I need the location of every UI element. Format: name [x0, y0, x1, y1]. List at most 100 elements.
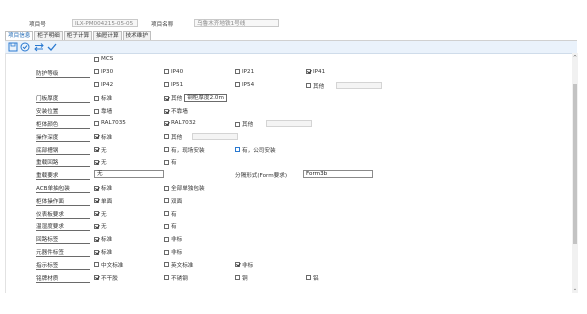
checkbox-option[interactable]: IP54	[235, 82, 254, 88]
checkbox-option[interactable]: 其他 钢柜厚度2.0m	[164, 94, 227, 103]
tab-4[interactable]: 技术维护	[122, 31, 151, 40]
checkbox-option[interactable]: 不靠墙	[164, 107, 188, 115]
checkbox-option[interactable]: 铝	[306, 274, 319, 282]
checkbox-unchecked[interactable]	[94, 69, 99, 75]
checkbox-unchecked[interactable]	[235, 82, 240, 88]
checkbox-option[interactable]: 无	[94, 158, 107, 166]
checkbox-unchecked[interactable]	[164, 275, 169, 281]
checkbox-option[interactable]: 有	[164, 158, 177, 166]
checkbox-unchecked[interactable]	[164, 211, 169, 217]
checkbox-unchecked[interactable]	[94, 82, 99, 88]
requirement-input[interactable]: 无	[94, 170, 164, 179]
other-input[interactable]	[336, 81, 382, 89]
checkbox-option[interactable]: 标准	[94, 133, 112, 141]
checkbox-option[interactable]: 不锈钢	[164, 274, 188, 282]
checkbox-checked[interactable]	[94, 275, 99, 281]
checkbox-option[interactable]: IP51	[164, 82, 183, 88]
scrollbar-thumb[interactable]	[573, 84, 577, 244]
checkbox-option[interactable]: 其他	[164, 133, 182, 141]
checkbox-unchecked[interactable]	[164, 262, 169, 268]
checkbox-unchecked[interactable]	[164, 69, 169, 75]
check-circle-icon[interactable]	[20, 42, 30, 52]
checkbox-unchecked[interactable]	[164, 147, 169, 153]
checkbox-option[interactable]: 有	[164, 210, 177, 218]
checkbox-option[interactable]: 有，现场安装	[164, 146, 205, 154]
other-value-box[interactable]: 钢柜厚度2.0m	[184, 94, 227, 103]
checkbox-option[interactable]: 全部单独包装	[164, 184, 205, 192]
checkbox-unchecked[interactable]	[164, 185, 169, 191]
checkbox-unchecked[interactable]	[306, 275, 311, 281]
checkbox-option[interactable]: 标准	[94, 184, 112, 192]
checkbox-unchecked[interactable]	[164, 198, 169, 204]
checkbox-unchecked[interactable]	[94, 108, 99, 114]
checkbox-unchecked[interactable]	[164, 134, 169, 140]
checkbox-option[interactable]: 其他	[306, 82, 324, 90]
checkbox-checked[interactable]	[94, 211, 99, 217]
checkbox-option[interactable]: IP40	[164, 69, 183, 75]
checkbox-checked[interactable]	[94, 147, 99, 153]
checkbox-option[interactable]: 非标	[164, 235, 182, 243]
checkbox-option[interactable]: 非标	[235, 261, 253, 269]
checkbox-unchecked[interactable]	[235, 275, 240, 281]
checkbox-option[interactable]: IP41	[306, 69, 325, 75]
checkmark-icon[interactable]	[47, 42, 57, 52]
checkbox-option[interactable]: 有，公司安装	[235, 146, 276, 154]
checkbox-option[interactable]: 中文标准	[94, 261, 123, 269]
checkbox-option[interactable]: 其他	[235, 120, 253, 128]
checkbox-option[interactable]: 不干胶	[94, 274, 118, 282]
checkbox-checked[interactable]	[164, 120, 169, 126]
tab-1[interactable]: 柜子明细	[34, 31, 63, 40]
checkbox-unchecked[interactable]	[164, 223, 169, 229]
checkbox-unchecked[interactable]	[94, 56, 99, 62]
checkbox-option[interactable]: IP42	[94, 82, 113, 88]
checkbox-checked[interactable]	[94, 159, 99, 165]
checkbox-checked[interactable]	[94, 223, 99, 229]
checkbox-option[interactable]: IP30	[94, 69, 113, 75]
tab-0[interactable]: 项目信息	[5, 31, 34, 40]
checkbox-option[interactable]: 无	[94, 210, 107, 218]
form-type-input[interactable]: Form3b	[303, 170, 373, 179]
checkbox-option[interactable]: 双面	[164, 197, 182, 205]
checkbox-option[interactable]: 单面	[94, 197, 112, 205]
checkbox-unchecked[interactable]	[235, 121, 240, 127]
checkbox-unchecked[interactable]	[164, 159, 169, 165]
checkbox-option[interactable]: 铜	[235, 274, 248, 282]
checkbox-option[interactable]: MCS	[94, 56, 113, 62]
checkbox-unchecked[interactable]	[94, 120, 99, 126]
checkbox-checked[interactable]	[94, 198, 99, 204]
project-name-field[interactable]: 乌鲁木齐地铁1号线	[194, 19, 279, 27]
checkbox-option[interactable]: RAL7035	[94, 120, 126, 126]
checkbox-option[interactable]: IP21	[235, 69, 254, 75]
scroll-up-icon[interactable]: ^	[572, 55, 578, 61]
checkbox-unchecked[interactable]	[235, 147, 240, 153]
checkbox-unchecked[interactable]	[164, 82, 169, 88]
tab-2[interactable]: 柜子计算	[63, 31, 93, 40]
checkbox-unchecked[interactable]	[94, 95, 99, 101]
checkbox-option[interactable]: 标准	[94, 94, 112, 102]
checkbox-unchecked[interactable]	[94, 262, 99, 268]
checkbox-checked[interactable]	[306, 69, 311, 75]
checkbox-option[interactable]: 英文标准	[164, 261, 193, 269]
checkbox-checked[interactable]	[94, 236, 99, 242]
checkbox-checked[interactable]	[94, 249, 99, 255]
checkbox-checked[interactable]	[164, 95, 169, 101]
checkbox-checked[interactable]	[94, 185, 99, 191]
checkbox-option[interactable]: 有	[164, 222, 177, 230]
checkbox-unchecked[interactable]	[306, 83, 311, 89]
checkbox-option[interactable]: RAL7032	[164, 120, 196, 126]
other-input[interactable]	[192, 132, 238, 140]
checkbox-checked[interactable]	[235, 262, 240, 268]
checkbox-option[interactable]: 无	[94, 146, 107, 154]
tab-3[interactable]: 抽屉计算	[93, 31, 122, 40]
checkbox-checked[interactable]	[94, 134, 99, 140]
checkbox-unchecked[interactable]	[164, 249, 169, 255]
other-input[interactable]	[266, 120, 312, 127]
scroll-down-icon[interactable]: ⌄	[572, 286, 578, 292]
swap-icon[interactable]	[34, 42, 44, 52]
checkbox-unchecked[interactable]	[235, 69, 240, 75]
project-no-field[interactable]: ILX-PM004215-05-05	[72, 19, 138, 27]
checkbox-option[interactable]: 标准	[94, 248, 112, 256]
checkbox-option[interactable]: 非标	[164, 248, 182, 256]
checkbox-unchecked[interactable]	[164, 236, 169, 242]
save-icon[interactable]	[8, 42, 18, 52]
